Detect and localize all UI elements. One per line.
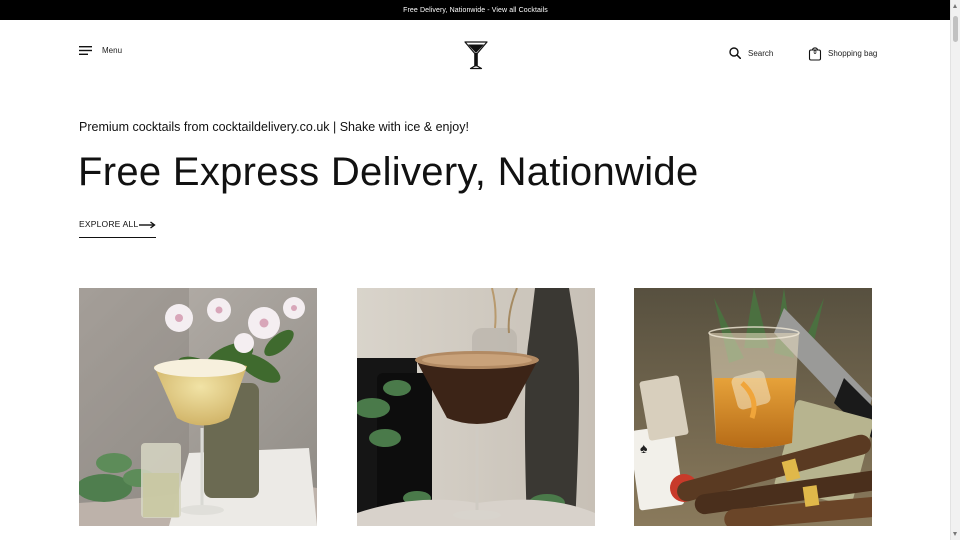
announcement-link[interactable]: Free Delivery, Nationwide - View all Coc… bbox=[403, 7, 548, 14]
site-header: Menu Search 0 Shopping bag bbox=[0, 20, 951, 90]
shopping-bag-button[interactable]: 0 Shopping bag bbox=[808, 46, 877, 61]
scroll-down-arrow[interactable] bbox=[953, 532, 957, 536]
hamburger-menu-icon bbox=[79, 46, 92, 55]
scrollbar[interactable] bbox=[950, 0, 960, 540]
svg-text:♠: ♠ bbox=[640, 442, 648, 457]
bag-count-badge: 0 bbox=[813, 50, 817, 56]
hero-intro-text: Premium cocktails from cocktaildelivery.… bbox=[79, 120, 469, 134]
whisky-cigar-old-fashioned-photo: ♠ bbox=[634, 288, 872, 526]
product-card-sour-cocktail[interactable] bbox=[79, 288, 317, 526]
shopping-bag-label: Shopping bag bbox=[828, 49, 878, 58]
sour-cocktail-with-flowers-photo bbox=[79, 288, 317, 526]
search-icon bbox=[729, 47, 741, 59]
menu-button[interactable]: Menu bbox=[79, 46, 122, 55]
explore-all-link[interactable]: EXPLORE ALL bbox=[79, 219, 156, 238]
arrow-right-icon bbox=[139, 221, 156, 229]
search-label: Search bbox=[748, 48, 774, 58]
announcement-bar: Free Delivery, Nationwide - View all Coc… bbox=[0, 0, 951, 20]
product-card-espresso-martini[interactable] bbox=[357, 288, 595, 526]
search-button[interactable]: Search bbox=[729, 47, 773, 59]
menu-label: Menu bbox=[102, 46, 123, 55]
scrollbar-thumb[interactable] bbox=[953, 16, 958, 42]
scroll-up-arrow[interactable] bbox=[953, 4, 957, 8]
hero-headline: Free Express Delivery, Nationwide bbox=[78, 150, 699, 194]
espresso-martini-photo bbox=[357, 288, 595, 526]
explore-all-label: EXPLORE ALL bbox=[79, 219, 139, 229]
product-card-whisky-cigar[interactable]: ♠ bbox=[634, 288, 872, 526]
martini-glass-icon[interactable] bbox=[463, 40, 489, 70]
